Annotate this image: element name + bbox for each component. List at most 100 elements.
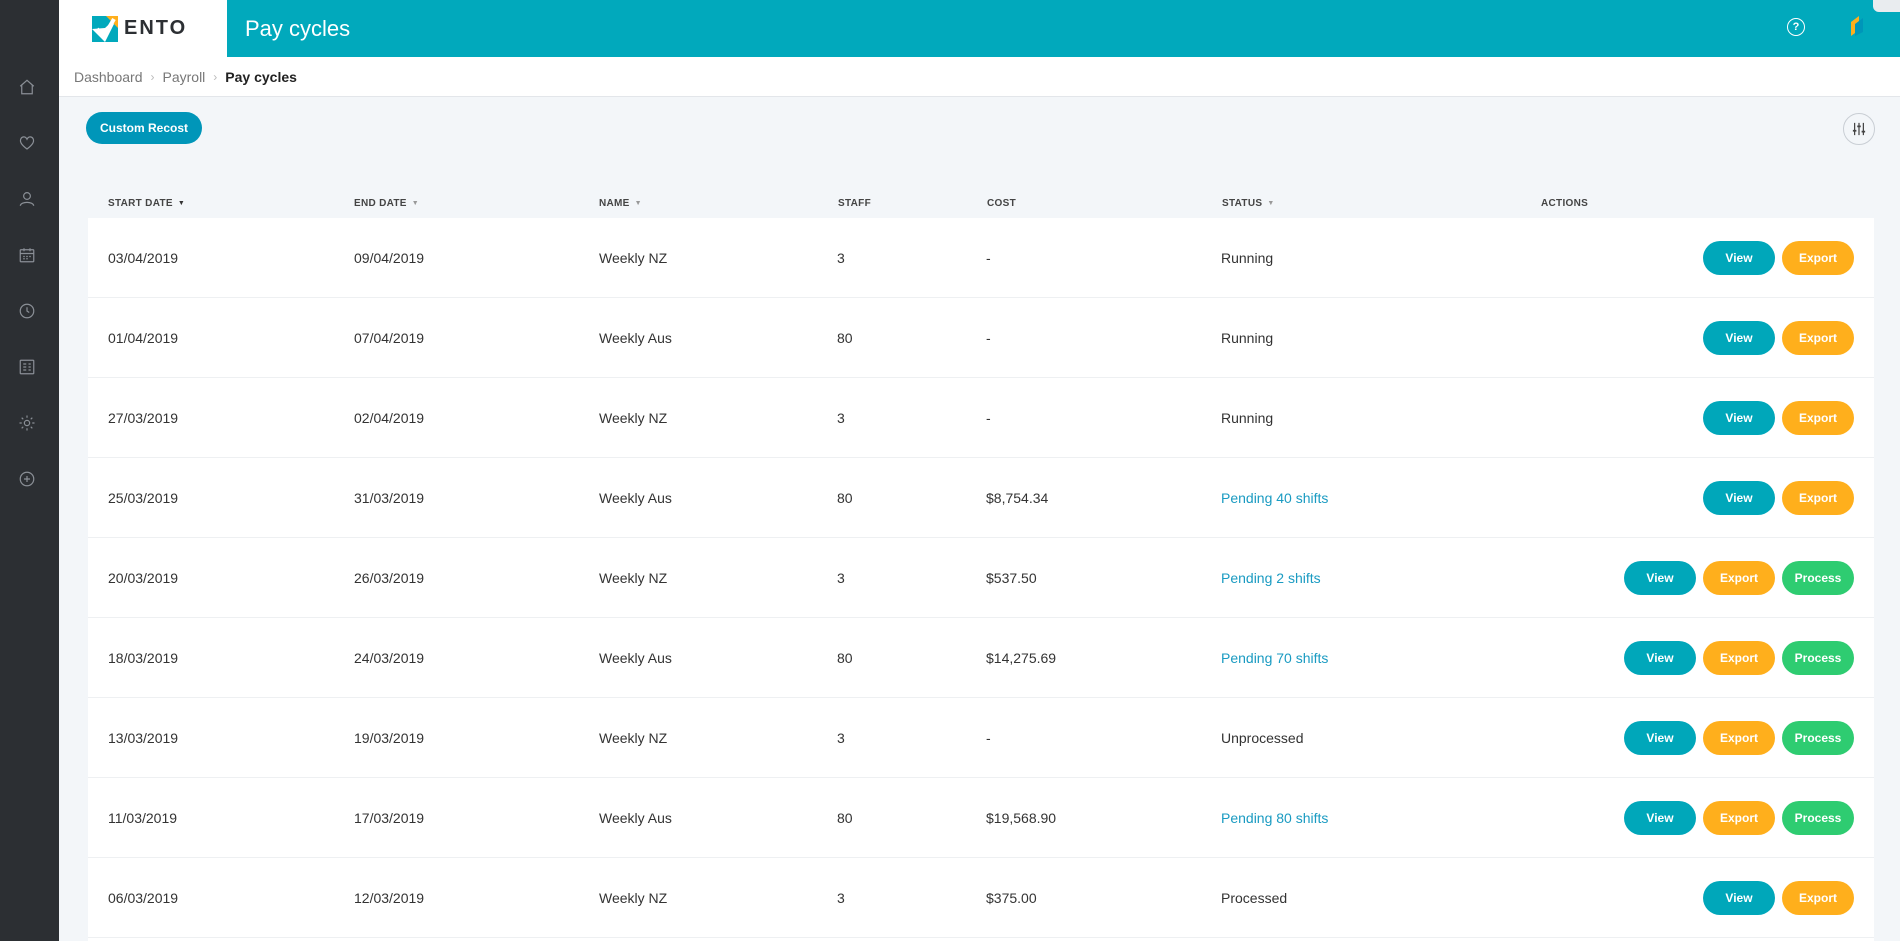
table-row: 06/03/2019 12/03/2019 Weekly NZ 3 $375.00 Pro…	[88, 858, 1874, 938]
view-button[interactable]: View	[1703, 881, 1775, 915]
staff-cell: 80	[837, 650, 853, 666]
end-date-cell: 19/03/2019	[354, 730, 425, 746]
start-date-cell: 27/03/2019	[108, 410, 179, 426]
table-row: 01/04/2019 07/04/2019 Weekly Aus 80 - Running…	[88, 298, 1874, 378]
logo-text: ENTO	[124, 17, 188, 39]
table-row: 20/03/2019 26/03/2019 Weekly NZ 3 $537.50 Pen…	[88, 538, 1874, 618]
help-icon[interactable]: ?	[1787, 18, 1805, 36]
name-cell: Weekly NZ	[599, 410, 668, 426]
sort-desc-icon: ▼	[177, 200, 186, 207]
table-header: START DATE ▼ END DATE ▼ NAME ▼ STAFF COS…	[88, 192, 1874, 218]
view-button[interactable]: View	[1624, 801, 1696, 835]
name-cell: Weekly Aus	[599, 810, 672, 826]
column-label: STATUS	[1222, 198, 1263, 209]
process-button[interactable]: Process	[1782, 721, 1854, 755]
custom-recost-button[interactable]: Custom Recost	[86, 112, 202, 144]
view-button[interactable]: View	[1624, 721, 1696, 755]
export-button[interactable]: Export	[1782, 321, 1854, 355]
gear-icon[interactable]	[17, 413, 37, 433]
ento-logo-icon	[92, 15, 118, 42]
start-date-cell: 20/03/2019	[108, 570, 179, 586]
status-cell[interactable]: Pending 80 shifts	[1221, 810, 1328, 826]
view-button[interactable]: View	[1624, 641, 1696, 675]
end-date-cell: 07/04/2019	[354, 330, 425, 346]
process-button[interactable]: Process	[1782, 641, 1854, 675]
end-date-cell: 31/03/2019	[354, 490, 425, 506]
export-button[interactable]: Export	[1782, 401, 1854, 435]
status-cell: Unprocessed	[1221, 730, 1304, 746]
table-row: 13/03/2019 19/03/2019 Weekly NZ 3 - Unprocess…	[88, 698, 1874, 778]
column-label: END DATE	[354, 198, 407, 209]
start-date-cell: 01/04/2019	[108, 330, 179, 346]
table-row: 25/03/2019 31/03/2019 Weekly Aus 80 $8,754.3…	[88, 458, 1874, 538]
view-button[interactable]: View	[1624, 561, 1696, 595]
staff-cell: 3	[837, 410, 845, 426]
sort-icon: ▼	[634, 200, 642, 207]
breadcrumb-separator: ›	[213, 69, 218, 84]
view-button[interactable]: View	[1703, 241, 1775, 275]
report-icon[interactable]	[17, 357, 37, 377]
user-icon[interactable]	[17, 189, 37, 209]
sort-icon: ▼	[411, 200, 420, 207]
export-button[interactable]: Export	[1782, 881, 1854, 915]
table-row: 11/03/2019 17/03/2019 Weekly Aus 80 $19,568.…	[88, 778, 1874, 858]
status-cell: Running	[1221, 330, 1274, 346]
staff-cell: 80	[837, 810, 853, 826]
breadcrumb-current: Pay cycles	[225, 68, 297, 85]
status-cell[interactable]: Pending 40 shifts	[1221, 490, 1328, 506]
home-icon[interactable]	[17, 77, 37, 97]
view-button[interactable]: View	[1703, 321, 1775, 355]
start-date-cell: 18/03/2019	[108, 650, 179, 666]
start-date-cell: 25/03/2019	[108, 490, 179, 506]
name-cell: Weekly NZ	[599, 570, 668, 586]
sort-icon: ▼	[1267, 200, 1275, 207]
start-date-cell: 11/03/2019	[108, 810, 178, 826]
export-button[interactable]: Export	[1703, 801, 1775, 835]
view-button[interactable]: View	[1703, 481, 1775, 515]
column-label: ACTIONS	[1541, 198, 1589, 209]
end-date-cell: 24/03/2019	[354, 650, 425, 666]
breadcrumb: Dashboard › Payroll › Pay cycles	[59, 57, 1900, 97]
column-header-start-date[interactable]: START DATE ▼	[108, 198, 185, 209]
export-button[interactable]: Export	[1782, 481, 1854, 515]
name-cell: Weekly Aus	[599, 330, 672, 346]
process-button[interactable]: Process	[1782, 561, 1854, 595]
status-cell: Running	[1221, 250, 1274, 266]
logo[interactable]: ENTO	[59, 0, 227, 57]
sliders-icon	[1852, 122, 1866, 136]
end-date-cell: 02/04/2019	[354, 410, 425, 426]
start-date-cell: 06/03/2019	[108, 890, 179, 906]
extension-icon[interactable]	[1873, 0, 1900, 12]
sidebar	[0, 0, 59, 941]
table-row: 03/04/2019 09/04/2019 Weekly NZ 3 - Running Vi…	[88, 218, 1874, 298]
name-cell: Weekly NZ	[599, 890, 668, 906]
start-date-cell: 03/04/2019	[108, 250, 179, 266]
column-header-status[interactable]: STATUS ▼	[1222, 198, 1275, 209]
plus-circle-icon[interactable]	[17, 469, 37, 489]
breadcrumb-payroll[interactable]: Payroll	[163, 69, 206, 85]
status-cell[interactable]: Pending 2 shifts	[1221, 570, 1321, 586]
user-avatar-icon[interactable]	[1847, 14, 1865, 36]
process-button[interactable]: Process	[1782, 801, 1854, 835]
staff-cell: 80	[837, 490, 853, 506]
column-header-name[interactable]: NAME ▼	[599, 198, 642, 209]
column-header-cost: COST	[987, 198, 1016, 209]
heart-icon[interactable]	[17, 133, 37, 153]
export-button[interactable]: Export	[1782, 241, 1854, 275]
status-cell[interactable]: Pending 70 shifts	[1221, 650, 1328, 666]
column-header-end-date[interactable]: END DATE ▼	[354, 198, 419, 209]
export-button[interactable]: Export	[1703, 561, 1775, 595]
end-date-cell: 12/03/2019	[354, 890, 425, 906]
column-settings-button[interactable]	[1843, 113, 1875, 145]
export-button[interactable]: Export	[1703, 721, 1775, 755]
column-label: COST	[987, 198, 1016, 209]
view-button[interactable]: View	[1703, 401, 1775, 435]
cost-cell: -	[986, 410, 991, 426]
breadcrumb-dashboard[interactable]: Dashboard	[74, 69, 143, 85]
status-cell: Running	[1221, 410, 1274, 426]
clock-icon[interactable]	[17, 301, 37, 321]
export-button[interactable]: Export	[1703, 641, 1775, 675]
calendar-icon[interactable]	[17, 245, 37, 265]
end-date-cell: 17/03/2019	[354, 810, 425, 826]
staff-cell: 3	[837, 570, 845, 586]
